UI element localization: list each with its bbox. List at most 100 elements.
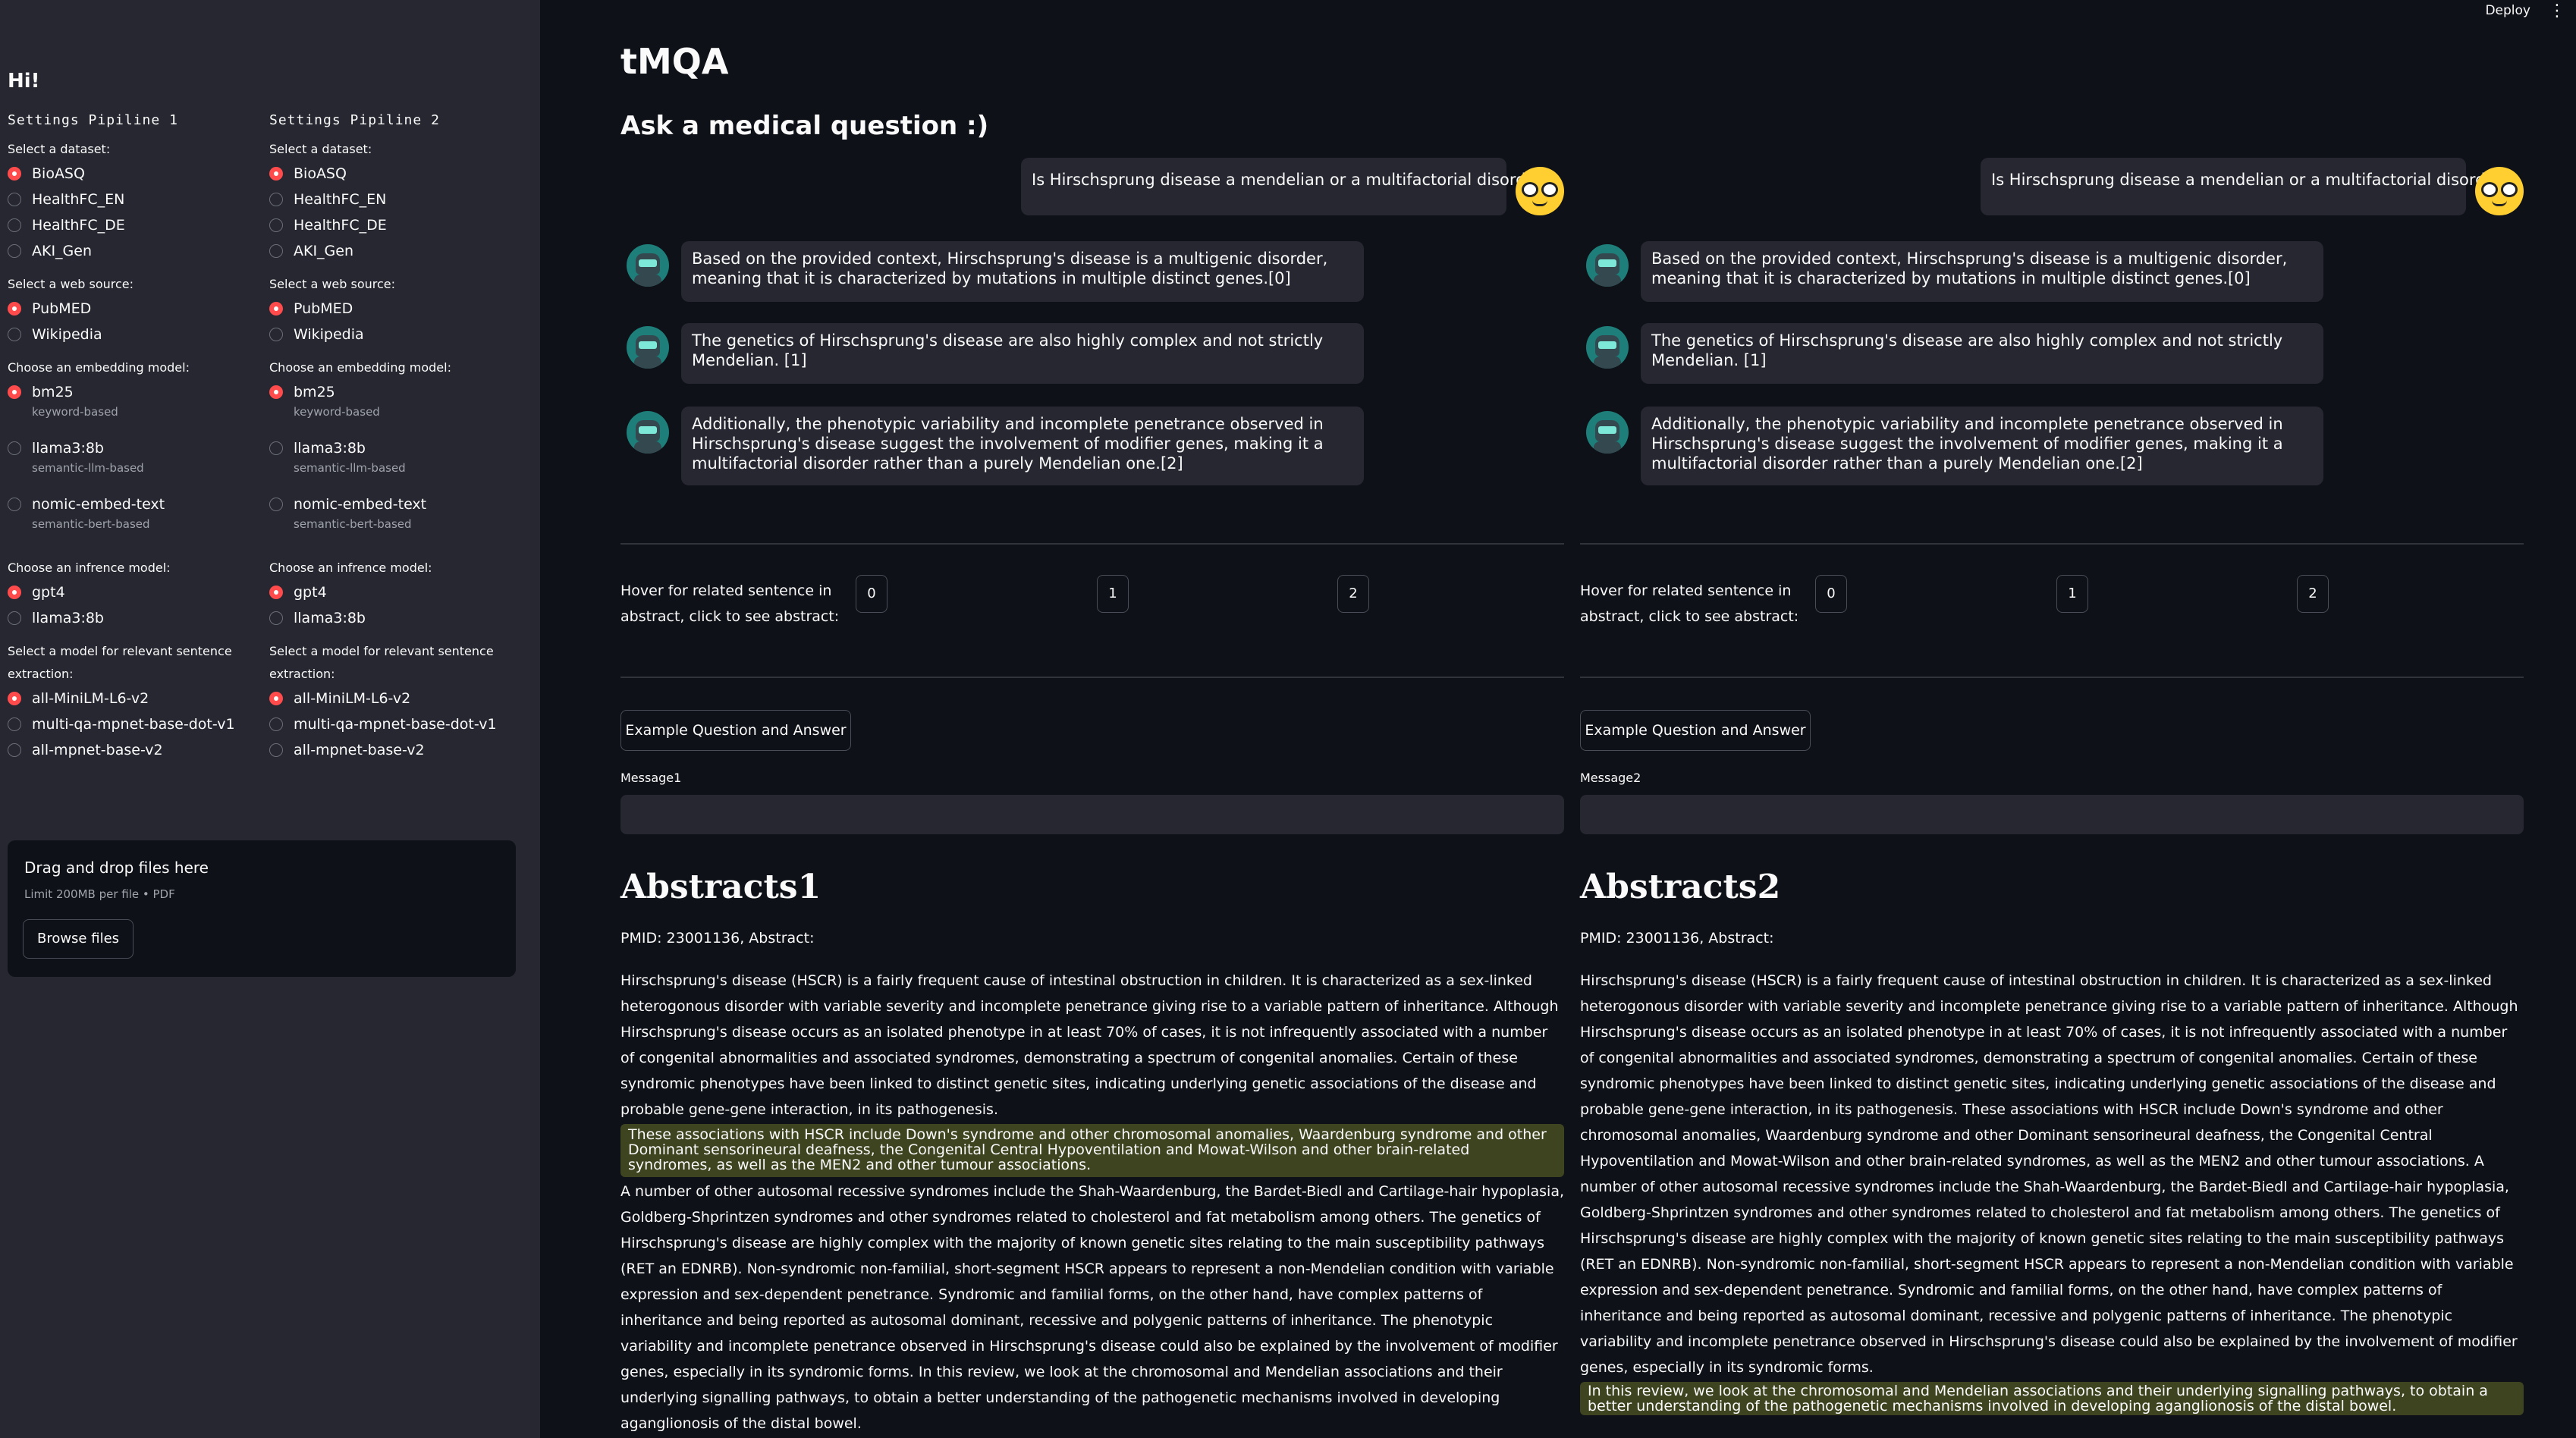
radio-option-label: bm25 <box>32 384 74 400</box>
robot-avatar-icon <box>1586 411 1629 454</box>
radio-selected-icon[interactable] <box>269 692 283 705</box>
assistant-answer-bubble: Based on the provided context, Hirschspr… <box>1641 241 2323 302</box>
radio-option-label: nomic-embed-text <box>294 496 427 513</box>
radio-option-label: gpt4 <box>32 584 65 601</box>
radio-unselected-icon[interactable] <box>269 498 283 511</box>
radio-option[interactable]: HealthFC_EN <box>8 187 265 212</box>
radio-option[interactable]: all-MiniLM-L6-v2 <box>269 686 527 711</box>
assistant-message: The genetics of Hirschsprung's disease a… <box>620 323 1364 384</box>
radio-unselected-icon[interactable] <box>8 717 21 731</box>
radio-option[interactable]: multi-qa-mpnet-base-dot-v1 <box>269 711 527 737</box>
radio-option[interactable]: AKI_Gen <box>8 238 265 264</box>
radio-option[interactable]: all-mpnet-base-v2 <box>269 737 527 763</box>
reference-button-2[interactable]: 2 <box>1337 575 1369 613</box>
radio-selected-icon[interactable] <box>8 167 21 181</box>
smile <box>2492 200 2507 206</box>
radio-unselected-icon[interactable] <box>8 498 21 511</box>
message-input[interactable] <box>620 795 1564 834</box>
reference-button-1[interactable]: 1 <box>1097 575 1129 613</box>
radio-option[interactable]: Wikipedia <box>8 322 265 347</box>
hover-instruction: Hover for related sentence in abstract, … <box>1580 582 1799 625</box>
radio-selected-icon[interactable] <box>269 586 283 599</box>
radio-unselected-icon[interactable] <box>269 441 283 455</box>
radio-option[interactable]: nomic-embed-text semantic-bert-based <box>269 491 527 548</box>
assistant-answer-bubble: The genetics of Hirschsprung's disease a… <box>681 323 1364 384</box>
radio-selected-icon[interactable] <box>8 692 21 705</box>
radio-option[interactable]: HealthFC_DE <box>269 212 527 238</box>
user-question-bubble: Is Hirschsprung disease a mendelian or a… <box>1981 158 2510 215</box>
radio-option[interactable]: BioASQ <box>269 161 527 187</box>
radio-option[interactable]: gpt4 <box>269 579 527 605</box>
assistant-message: Based on the provided context, Hirschspr… <box>620 241 1364 302</box>
radio-unselected-icon[interactable] <box>8 193 21 206</box>
radio-option[interactable]: bm25 keyword-based <box>8 379 265 435</box>
radio-option[interactable]: all-mpnet-base-v2 <box>8 737 265 763</box>
radio-option[interactable]: AKI_Gen <box>269 238 527 264</box>
radio-option-label: llama3:8b <box>32 610 104 626</box>
radio-group-label: Select a dataset: <box>8 142 111 156</box>
robot-body <box>634 441 661 454</box>
radio-group-label: Choose an infrence model: <box>269 560 432 575</box>
radio-option[interactable]: bm25 keyword-based <box>269 379 527 435</box>
reference-button-0[interactable]: 0 <box>1815 575 1847 613</box>
radio-selected-icon[interactable] <box>269 302 283 316</box>
assistant-answer-bubble: Additionally, the phenotypic variability… <box>1641 407 2323 485</box>
radio-option[interactable]: PubMED <box>8 296 265 322</box>
radio-option-label: BioASQ <box>32 165 85 182</box>
more-menu-icon[interactable]: ⋮ <box>2549 2 2565 20</box>
radio-option[interactable]: HealthFC_EN <box>269 187 527 212</box>
robot-body <box>634 356 661 369</box>
radio-option[interactable]: gpt4 <box>8 579 265 605</box>
radio-option[interactable]: BioASQ <box>8 161 265 187</box>
radio-selected-icon[interactable] <box>8 385 21 399</box>
radio-option-caption: semantic-bert-based <box>294 517 412 531</box>
radio-option[interactable]: PubMED <box>269 296 527 322</box>
file-dropzone[interactable]: Drag and drop files here Limit 200MB per… <box>8 840 516 977</box>
radio-selected-icon[interactable] <box>269 385 283 399</box>
radio-unselected-icon[interactable] <box>8 218 21 232</box>
radio-option[interactable]: llama3:8b semantic-llm-based <box>269 435 527 491</box>
abstract-highlighted-sentence: These associations with HSCR include Dow… <box>620 1124 1564 1177</box>
radio-option-label: multi-qa-mpnet-base-dot-v1 <box>32 716 235 733</box>
radio-unselected-icon[interactable] <box>269 218 283 232</box>
radio-selected-icon[interactable] <box>8 302 21 316</box>
message-input[interactable] <box>1580 795 2524 834</box>
reference-button-2[interactable]: 2 <box>2297 575 2329 613</box>
smile <box>1532 200 1547 206</box>
radio-option[interactable]: Wikipedia <box>269 322 527 347</box>
radio-option[interactable]: multi-qa-mpnet-base-dot-v1 <box>8 711 265 737</box>
radio-option[interactable]: all-MiniLM-L6-v2 <box>8 686 265 711</box>
deploy-button[interactable]: Deploy <box>2485 3 2530 18</box>
pipeline-settings-title: Settings Pipiline 2 <box>269 112 440 128</box>
radio-unselected-icon[interactable] <box>269 717 283 731</box>
radio-unselected-icon[interactable] <box>8 441 21 455</box>
abstract-text-before: Hirschsprung's disease (HSCR) is a fairl… <box>1580 972 2518 1376</box>
radio-unselected-icon[interactable] <box>269 193 283 206</box>
hover-instruction: Hover for related sentence in abstract, … <box>620 582 840 625</box>
radio-option[interactable]: llama3:8b <box>269 605 527 631</box>
radio-group-label: Select a model for relevant sentence ext… <box>8 644 232 681</box>
radio-selected-icon[interactable] <box>8 586 21 599</box>
reference-button-1[interactable]: 1 <box>2056 575 2088 613</box>
radio-unselected-icon[interactable] <box>269 328 283 341</box>
reference-button-0[interactable]: 0 <box>856 575 887 613</box>
radio-option-label: bm25 <box>294 384 335 400</box>
radio-unselected-icon[interactable] <box>8 611 21 625</box>
browse-files-button[interactable]: Browse files <box>23 919 134 959</box>
radio-selected-icon[interactable] <box>269 167 283 181</box>
radio-unselected-icon[interactable] <box>269 244 283 258</box>
radio-option[interactable]: llama3:8b <box>8 605 265 631</box>
radio-unselected-icon[interactable] <box>8 244 21 258</box>
radio-option[interactable]: HealthFC_DE <box>8 212 265 238</box>
example-question-button[interactable]: Example Question and Answer <box>620 710 851 751</box>
radio-option[interactable]: nomic-embed-text semantic-bert-based <box>8 491 265 548</box>
radio-option-caption: keyword-based <box>32 405 118 419</box>
radio-unselected-icon[interactable] <box>8 328 21 341</box>
radio-option[interactable]: llama3:8b semantic-llm-based <box>8 435 265 491</box>
example-question-button[interactable]: Example Question and Answer <box>1580 710 1811 751</box>
qa-pane-2: Is Hirschsprung disease a mendelian or a… <box>1580 152 2524 1438</box>
glasses-lens-left <box>2481 182 2498 197</box>
radio-unselected-icon[interactable] <box>8 743 21 757</box>
radio-unselected-icon[interactable] <box>269 743 283 757</box>
radio-unselected-icon[interactable] <box>269 611 283 625</box>
